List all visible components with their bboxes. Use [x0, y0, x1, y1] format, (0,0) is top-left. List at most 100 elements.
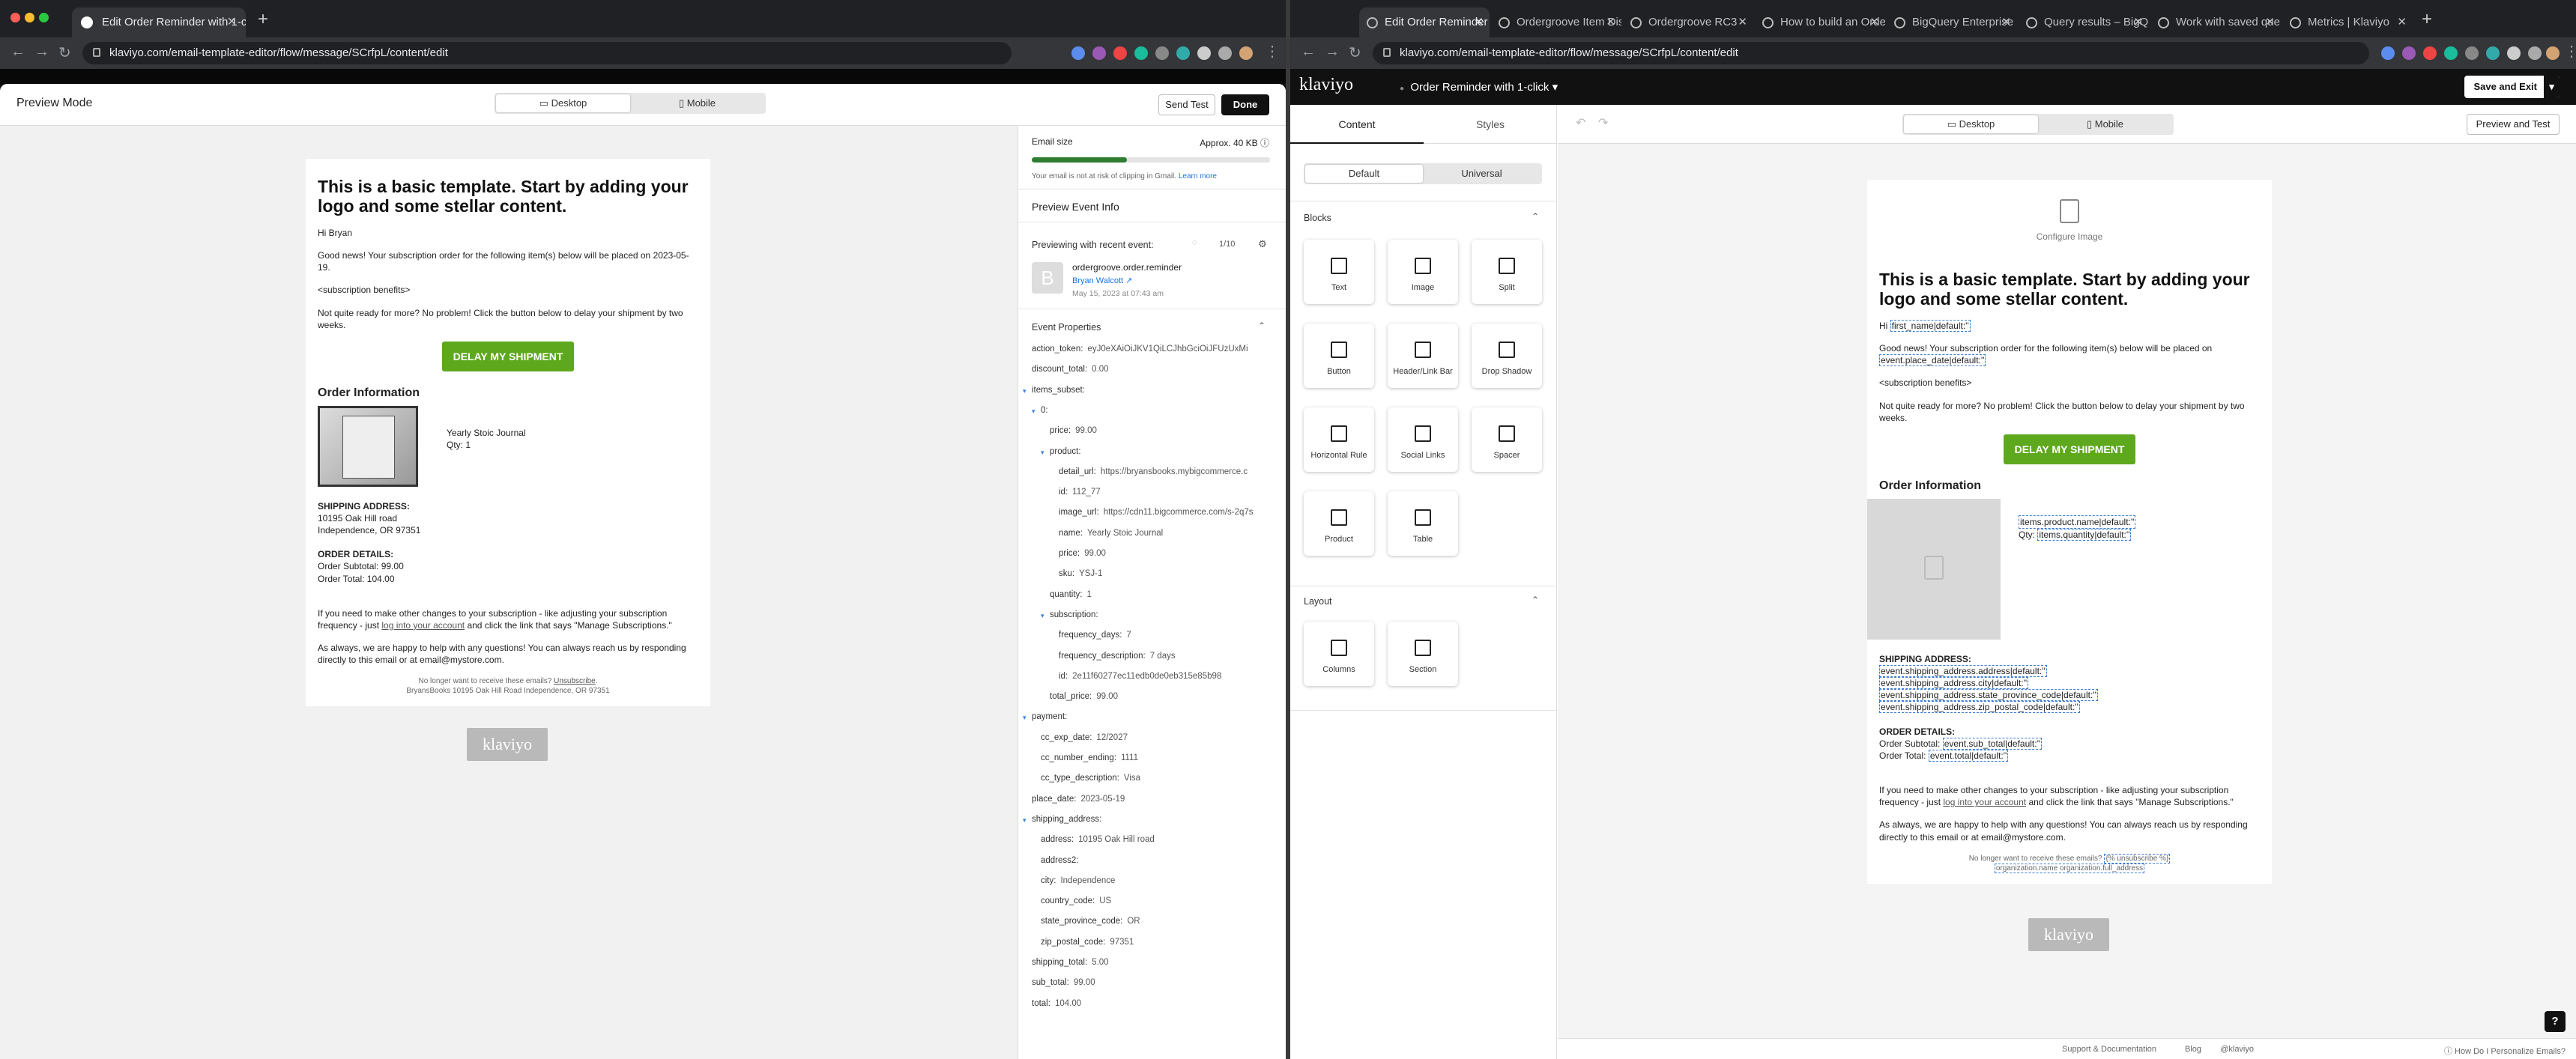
person-link[interactable]: Bryan Walcott ↗	[1072, 276, 1132, 285]
profile-avatar[interactable]	[1239, 46, 1253, 60]
product-image-placeholder[interactable]	[1867, 498, 2001, 640]
learn-more-link[interactable]: Learn more	[1179, 172, 1217, 180]
back-icon[interactable]: ←	[10, 43, 25, 61]
klaviyo-brand-logo[interactable]: klaviyo	[1299, 75, 1353, 95]
expand-toggle-icon[interactable]: ▾	[1023, 714, 1027, 722]
account-link[interactable]: log into your account	[381, 620, 465, 631]
puzzle-icon[interactable]	[2507, 46, 2521, 60]
info-icon[interactable]: ⓘ	[1260, 138, 1269, 148]
email-greeting[interactable]: Hi first_name|default:''	[1879, 319, 2260, 332]
extension-icon[interactable]	[1155, 46, 1169, 60]
close-tab-icon[interactable]: ✕	[2001, 7, 2011, 37]
browser-tab[interactable]: Metrics | Klaviyo ✕	[2282, 7, 2413, 37]
extension-icon[interactable]	[2465, 46, 2479, 60]
close-tab-icon[interactable]: ✕	[2397, 7, 2407, 37]
settings-icon[interactable]: ⚙	[1258, 238, 1267, 250]
done-button[interactable]: Done	[1221, 94, 1269, 115]
browser-tab[interactable]: Work with saved que ✕	[2150, 7, 2281, 37]
browser-tab[interactable]: Ordergroove Item Dis ✕	[1491, 7, 1621, 37]
extension-icon[interactable]	[1176, 46, 1190, 60]
save-exit-button[interactable]: Save and Exit ▾	[2464, 76, 2560, 98]
expand-toggle-icon[interactable]: ▾	[1023, 387, 1027, 395]
content-block[interactable]: Horizontal Rule	[1304, 407, 1374, 472]
email-not-ready[interactable]: Not quite ready for more? No problem! Cl…	[1879, 400, 2260, 424]
close-tab-icon[interactable]: ✕	[2265, 7, 2275, 37]
forward-icon[interactable]: →	[34, 43, 49, 61]
save-options-chevron-icon[interactable]: ▾	[2543, 76, 2560, 98]
image-placeholder[interactable]: Configure Image	[1867, 180, 2272, 262]
close-tab-icon[interactable]: ✕	[2133, 7, 2143, 37]
default-toggle[interactable]: Default	[1305, 165, 1423, 183]
product-block[interactable]: items.product.name|default:'' Qty: items…	[1867, 498, 2260, 640]
reload-icon[interactable]: ↻	[58, 43, 71, 62]
url-bar[interactable]: klaviyo.com/email-template-editor/flow/m…	[1373, 42, 2369, 64]
content-block[interactable]: Table	[1388, 491, 1458, 556]
mobile-toggle[interactable]: ▯ Mobile	[630, 94, 764, 112]
close-tab-icon[interactable]: ✕	[1869, 7, 1879, 37]
browser-menu-icon[interactable]: ⋮	[1265, 42, 1280, 61]
email-benefits[interactable]: <subscription benefits>	[1879, 377, 2260, 389]
content-block[interactable]: Split	[1472, 240, 1542, 304]
browser-tab-active[interactable]: Edit Order Reminder ✕	[1359, 7, 1490, 37]
email-heading[interactable]: This is a basic template. Start by addin…	[1879, 270, 2260, 309]
forward-icon[interactable]: →	[1325, 43, 1340, 61]
expand-toggle-icon[interactable]: ▾	[1041, 449, 1044, 457]
extension-icon[interactable]	[2444, 46, 2458, 60]
browser-tab[interactable]: Query results – BigQ ✕	[2019, 7, 2149, 37]
editable-email[interactable]: Configure Image This is a basic template…	[1867, 180, 2272, 884]
browser-tab[interactable]: How to build an Orde ✕	[1755, 7, 1885, 37]
extension-icon[interactable]	[1071, 46, 1085, 60]
content-block[interactable]: Columns	[1304, 622, 1374, 686]
prev-event-icon[interactable]: ◌	[1192, 238, 1197, 247]
new-tab-icon[interactable]: +	[2422, 9, 2432, 30]
redo-icon[interactable]: ↷	[1598, 115, 1608, 130]
close-tab-icon[interactable]: ✕	[1606, 7, 1615, 37]
help-button[interactable]: ?	[2545, 1011, 2566, 1032]
extension-icon[interactable]	[1092, 46, 1106, 60]
flow-title[interactable]: ● Order Reminder with 1-click ▾	[1400, 80, 1558, 94]
preview-test-button[interactable]: Preview and Test	[2467, 114, 2560, 135]
content-block[interactable]: Social Links	[1388, 407, 1458, 472]
send-test-button[interactable]: Send Test	[1158, 94, 1215, 115]
tab-content[interactable]: Content	[1290, 105, 1424, 144]
extension-icon[interactable]	[2423, 46, 2437, 60]
profile-avatar[interactable]	[2546, 46, 2560, 60]
collapse-chevron-icon[interactable]: ⌃	[1532, 595, 1539, 605]
tab-styles[interactable]: Styles	[1424, 105, 1557, 144]
extension-icon[interactable]	[2486, 46, 2500, 60]
account-link[interactable]: log into your account	[1943, 797, 2026, 807]
content-block[interactable]: Product	[1304, 491, 1374, 556]
close-tab-icon[interactable]: ✕	[1474, 7, 1484, 37]
extension-icon[interactable]	[1113, 46, 1127, 60]
browser-tab-active[interactable]: Edit Order Reminder with 1-click✕	[72, 7, 246, 37]
email-changes[interactable]: If you need to make other changes to you…	[1879, 784, 2260, 808]
puzzle-icon[interactable]	[1197, 46, 1211, 60]
content-block[interactable]: Section	[1388, 622, 1458, 686]
unsubscribe-link[interactable]: Unsubscribe	[554, 677, 596, 685]
order-info-heading[interactable]: Order Information	[1879, 478, 2260, 494]
delay-shipment-button[interactable]: DELAY MY SHIPMENT	[2004, 434, 2135, 464]
collapse-chevron-icon[interactable]: ⌃	[1258, 321, 1266, 331]
support-link[interactable]: Support & Documentation	[2062, 1045, 2156, 1054]
close-tab-icon[interactable]: ✕	[1738, 7, 1747, 37]
window-controls[interactable]	[10, 13, 53, 26]
expand-toggle-icon[interactable]: ▾	[1041, 612, 1044, 620]
content-block[interactable]: Drop Shadow	[1472, 324, 1542, 388]
desktop-toggle[interactable]: ▭ Desktop	[1904, 115, 2038, 133]
email-intro[interactable]: Good news! Your subscription order for t…	[1879, 342, 2260, 367]
content-block[interactable]: Image	[1388, 240, 1458, 304]
content-block[interactable]: Button	[1304, 324, 1374, 388]
undo-icon[interactable]: ↶	[1576, 115, 1585, 130]
content-block[interactable]: Spacer	[1472, 407, 1542, 472]
back-icon[interactable]: ←	[1301, 43, 1316, 61]
expand-toggle-icon[interactable]: ▾	[1032, 407, 1035, 416]
extension-icon[interactable]	[1134, 46, 1148, 60]
delay-shipment-button[interactable]: DELAY MY SHIPMENT	[442, 342, 574, 371]
klaviyo-social-link[interactable]: @klaviyo	[2220, 1045, 2254, 1054]
expand-toggle-icon[interactable]: ▾	[1023, 816, 1027, 825]
extension-icon[interactable]	[2402, 46, 2416, 60]
content-block[interactable]: Header/Link Bar	[1388, 324, 1458, 388]
content-block[interactable]: Text	[1304, 240, 1374, 304]
close-tab-icon[interactable]: ✕	[227, 7, 237, 37]
extension-icon[interactable]	[2381, 46, 2395, 60]
